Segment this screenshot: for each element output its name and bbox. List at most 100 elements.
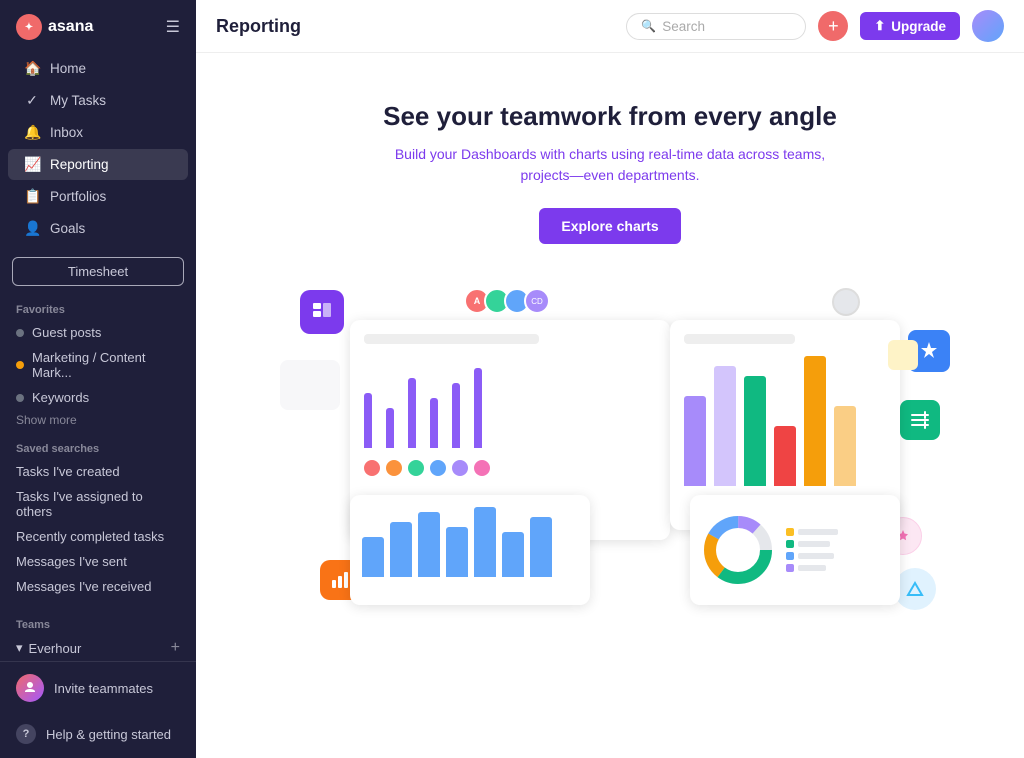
sidebar-item-home[interactable]: 🏠 Home: [8, 53, 188, 84]
search-placeholder: Search: [662, 19, 705, 34]
bar-group: [474, 368, 482, 448]
fav-label: Keywords: [32, 390, 89, 405]
asana-logo[interactable]: ✦ asana: [16, 14, 93, 40]
team-header: ▾ Everhour +: [0, 635, 196, 661]
teams-section: Teams ▾ Everhour + A B C D E F G: [0, 599, 196, 661]
sidebar-item-my-tasks[interactable]: ✓ My Tasks: [8, 85, 188, 116]
saved-search-recently-completed[interactable]: Recently completed tasks: [0, 524, 196, 549]
legend-item: [786, 564, 838, 572]
saved-search-messages-sent[interactable]: Messages I've sent: [0, 549, 196, 574]
upgrade-button[interactable]: ⬆ Upgrade: [860, 12, 960, 40]
legend-color: [786, 564, 794, 572]
b-bar: [502, 532, 524, 577]
blue-bar-chart: [362, 507, 578, 577]
search-icon: 🔍: [641, 19, 656, 33]
float-avatar-group: A CD: [470, 288, 550, 314]
show-more-favorites[interactable]: Show more: [0, 410, 196, 433]
upgrade-icon: ⬆: [874, 18, 885, 34]
float-yellow-card: [888, 340, 918, 370]
sidebar-item-label: Portfolios: [50, 189, 106, 204]
chevron-down-icon: ▾: [16, 640, 23, 656]
content-area: See your teamwork from every angle Build…: [196, 53, 1024, 758]
sidebar-item-label: My Tasks: [50, 93, 106, 108]
mini-avatar: [452, 460, 468, 476]
main-content: Reporting 🔍 Search + ⬆ Upgrade See your …: [196, 0, 1024, 758]
home-icon: 🏠: [24, 60, 40, 77]
sidebar-nav: 🏠 Home ✓ My Tasks 🔔 Inbox 📈 Reporting 📋 …: [0, 48, 196, 249]
sidebar-item-reporting[interactable]: 📈 Reporting: [8, 149, 188, 180]
c-bar: [684, 396, 706, 486]
upgrade-label: Upgrade: [891, 19, 946, 34]
fav-label: Marketing / Content Mark...: [32, 350, 180, 380]
float-avatar: CD: [524, 288, 550, 314]
bar-group: [408, 378, 416, 448]
sidebar-item-inbox[interactable]: 🔔 Inbox: [8, 117, 188, 148]
donut-chart: [702, 514, 774, 586]
fav-item-keywords[interactable]: Keywords: [0, 385, 196, 410]
dashboard-illustration: A CD: [270, 280, 950, 620]
help-icon: ?: [16, 724, 36, 744]
sidebar: ✦ asana ☰ 🏠 Home ✓ My Tasks 🔔 Inbox 📈 Re…: [0, 0, 196, 758]
sidebar-item-label: Goals: [50, 221, 85, 236]
help-label: Help & getting started: [46, 727, 171, 742]
saved-search-tasks-created[interactable]: Tasks I've created: [0, 459, 196, 484]
legend-bar: [798, 553, 834, 559]
fav-dot: [16, 329, 24, 337]
check-icon: ✓: [24, 92, 40, 109]
b-bar: [390, 522, 412, 577]
portfolio-icon: 📋: [24, 188, 40, 205]
colored-bar-chart: [684, 356, 886, 486]
bar: [386, 408, 394, 448]
timesheet-button[interactable]: Timesheet: [12, 257, 184, 286]
bottom-right-donut-card: [690, 495, 900, 605]
hamburger-icon[interactable]: ☰: [166, 17, 180, 37]
legend-item: [786, 528, 838, 536]
help-row[interactable]: ? Help & getting started: [0, 714, 196, 758]
bar: [430, 398, 438, 448]
ghost-avatar: [832, 288, 860, 316]
b-bar: [362, 537, 384, 577]
sidebar-item-goals[interactable]: 👤 Goals: [8, 213, 188, 244]
hero-subtitle: Build your Dashboards with charts using …: [370, 144, 850, 186]
c-bar: [804, 356, 826, 486]
b-bar: [474, 507, 496, 577]
legend-bar: [798, 541, 830, 547]
bar-chart: [364, 358, 656, 448]
b-bar: [530, 517, 552, 577]
chart-header: [684, 334, 795, 344]
fav-dot: [16, 394, 24, 402]
fav-item-marketing[interactable]: Marketing / Content Mark...: [0, 345, 196, 385]
sidebar-item-portfolios[interactable]: 📋 Portfolios: [8, 181, 188, 212]
bell-icon: 🔔: [24, 124, 40, 141]
legend-color: [786, 552, 794, 560]
mini-avatar: [430, 460, 446, 476]
add-button[interactable]: +: [818, 11, 848, 41]
float-teal-icon: [894, 568, 936, 610]
explore-charts-button[interactable]: Explore charts: [539, 208, 680, 244]
ghost-card: [280, 360, 340, 410]
saved-search-messages-received[interactable]: Messages I've received: [0, 574, 196, 599]
sidebar-item-label: Reporting: [50, 157, 109, 172]
teams-label: Teams: [0, 609, 196, 635]
b-bar: [446, 527, 468, 577]
c-bar: [714, 366, 736, 486]
user-avatar[interactable]: [972, 10, 1004, 42]
chart-icon: 📈: [24, 156, 40, 173]
team-add-icon[interactable]: +: [171, 639, 180, 657]
search-box[interactable]: 🔍 Search: [626, 13, 806, 40]
c-bar: [834, 406, 856, 486]
fav-item-guest-posts[interactable]: Guest posts: [0, 320, 196, 345]
sidebar-bottom: Invite teammates ? Help & getting starte…: [0, 661, 196, 758]
invite-teammates-label: Invite teammates: [54, 681, 153, 696]
c-bar: [744, 376, 766, 486]
bar: [452, 383, 460, 448]
team-everhour[interactable]: ▾ Everhour: [16, 640, 81, 656]
legend-bar: [798, 529, 838, 535]
legend-bar: [798, 565, 826, 571]
invite-teammates-row[interactable]: Invite teammates: [0, 662, 196, 714]
mini-avatar: [386, 460, 402, 476]
bar: [364, 393, 372, 448]
sidebar-scroll: 🏠 Home ✓ My Tasks 🔔 Inbox 📈 Reporting 📋 …: [0, 48, 196, 661]
saved-search-tasks-assigned[interactable]: Tasks I've assigned to others: [0, 484, 196, 524]
topbar: Reporting 🔍 Search + ⬆ Upgrade: [196, 0, 1024, 53]
